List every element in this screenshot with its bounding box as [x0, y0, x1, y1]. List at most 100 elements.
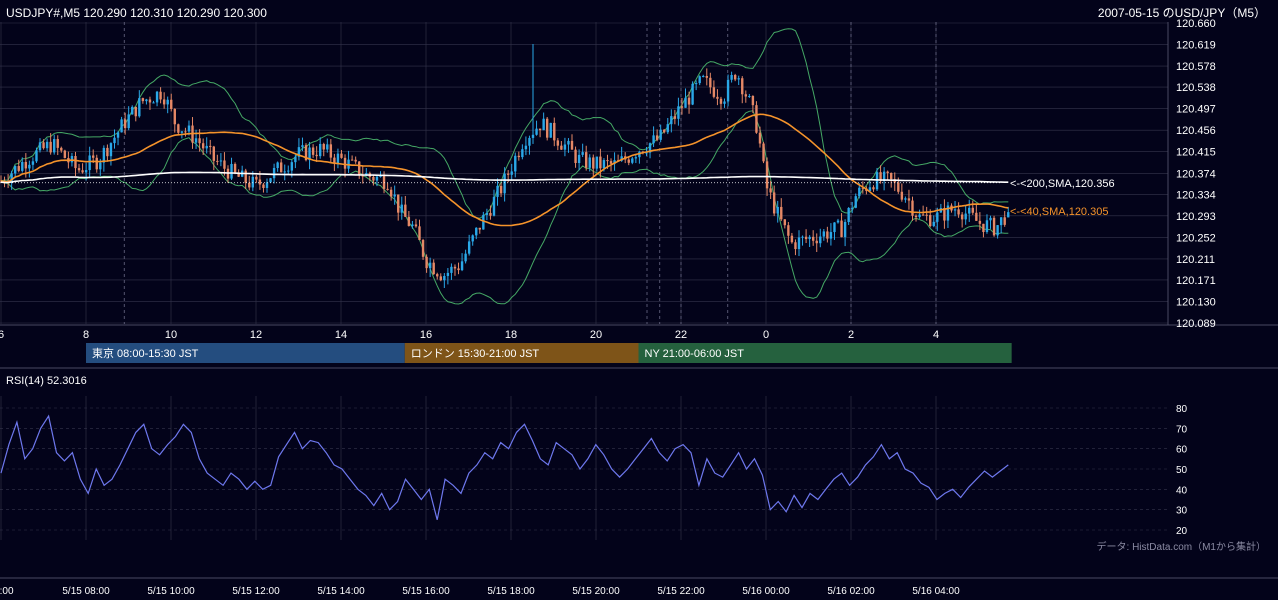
candle[interactable] — [460, 253, 464, 272]
candle[interactable] — [38, 138, 42, 153]
candle[interactable] — [783, 219, 787, 229]
candle[interactable] — [946, 201, 950, 228]
candle[interactable] — [943, 199, 946, 229]
candle[interactable] — [209, 139, 212, 155]
candle[interactable] — [570, 134, 574, 150]
candle[interactable] — [205, 137, 208, 154]
candle[interactable] — [42, 139, 45, 150]
candle[interactable] — [255, 175, 258, 183]
candle[interactable] — [134, 106, 137, 122]
candle[interactable] — [386, 183, 389, 191]
candle[interactable] — [907, 189, 911, 210]
candle[interactable] — [418, 219, 421, 241]
candle[interactable] — [790, 232, 794, 244]
candle[interactable] — [170, 93, 173, 112]
candle[interactable] — [471, 234, 474, 246]
candle[interactable] — [1003, 210, 1006, 227]
candle[interactable] — [659, 124, 662, 143]
candle[interactable] — [971, 200, 974, 215]
candle[interactable] — [563, 137, 567, 157]
candle[interactable] — [996, 225, 999, 239]
candle[interactable] — [492, 189, 496, 217]
candle[interactable] — [63, 149, 67, 159]
candle[interactable] — [315, 146, 318, 162]
candle[interactable] — [726, 74, 730, 107]
candle[interactable] — [560, 140, 563, 150]
candle[interactable] — [840, 213, 843, 238]
candle[interactable] — [893, 172, 896, 192]
candle[interactable] — [407, 210, 411, 227]
candle[interactable] — [77, 163, 81, 173]
candle[interactable] — [982, 223, 985, 238]
price-and-rsi-chart[interactable]: 東京 08:00-15:30 JST ロンドン 15:30-21:00 JST NY… — [0, 0, 1278, 600]
candle[interactable] — [819, 228, 822, 248]
candle[interactable] — [794, 239, 797, 256]
candle[interactable] — [514, 152, 517, 178]
candle[interactable] — [138, 90, 141, 118]
candle[interactable] — [244, 168, 247, 190]
candle[interactable] — [35, 147, 38, 163]
candle[interactable] — [538, 128, 542, 138]
candle[interactable] — [397, 194, 400, 221]
candle[interactable] — [776, 200, 779, 223]
candle[interactable] — [52, 134, 56, 155]
candle[interactable] — [826, 226, 829, 243]
candle[interactable] — [45, 138, 49, 152]
candle[interactable] — [219, 153, 223, 167]
candle[interactable] — [960, 212, 964, 228]
candle[interactable] — [730, 71, 733, 83]
candle[interactable] — [311, 144, 315, 158]
candle[interactable] — [443, 273, 446, 288]
candle[interactable] — [432, 259, 435, 275]
candle[interactable] — [393, 185, 396, 205]
candle[interactable] — [787, 221, 790, 244]
candle[interactable] — [439, 273, 442, 282]
candle[interactable] — [741, 76, 744, 104]
candle[interactable] — [939, 203, 943, 214]
candle[interactable] — [106, 144, 109, 162]
candle[interactable] — [737, 75, 740, 86]
candle[interactable] — [322, 142, 325, 157]
candlesticks[interactable] — [0, 44, 1010, 288]
candle[interactable] — [450, 263, 453, 280]
candle[interactable] — [535, 120, 538, 136]
candle[interactable] — [556, 137, 560, 151]
candle[interactable] — [343, 154, 347, 178]
candle[interactable] — [631, 156, 634, 165]
candle[interactable] — [553, 117, 556, 147]
candle[interactable] — [127, 106, 130, 131]
candle[interactable] — [886, 170, 889, 180]
candle[interactable] — [478, 227, 481, 234]
candle[interactable] — [145, 98, 148, 105]
candle[interactable] — [797, 230, 801, 257]
candle[interactable] — [400, 196, 403, 220]
candle[interactable] — [120, 116, 123, 133]
candle[interactable] — [808, 235, 811, 248]
candle[interactable] — [467, 234, 471, 256]
candle[interactable] — [358, 161, 361, 179]
candle[interactable] — [113, 129, 116, 149]
candle[interactable] — [131, 105, 134, 115]
candle[interactable] — [712, 80, 716, 99]
candle[interactable] — [968, 199, 971, 222]
candle[interactable] — [847, 207, 850, 226]
candle[interactable] — [379, 171, 382, 178]
candle[interactable] — [446, 268, 450, 285]
candle[interactable] — [389, 186, 393, 201]
candle[interactable] — [772, 185, 776, 217]
candle[interactable] — [102, 145, 106, 172]
candle[interactable] — [216, 154, 219, 166]
candle[interactable] — [116, 131, 120, 146]
candle[interactable] — [999, 217, 1003, 234]
candle[interactable] — [801, 235, 804, 246]
candle[interactable] — [829, 223, 833, 246]
candle[interactable] — [453, 264, 457, 276]
candle[interactable] — [201, 138, 205, 156]
candle[interactable] — [836, 218, 840, 224]
candle[interactable] — [843, 219, 847, 247]
candle[interactable] — [354, 156, 357, 164]
candle[interactable] — [148, 96, 152, 110]
candle[interactable] — [634, 154, 638, 164]
candle[interactable] — [485, 208, 489, 221]
candle[interactable] — [28, 160, 31, 178]
